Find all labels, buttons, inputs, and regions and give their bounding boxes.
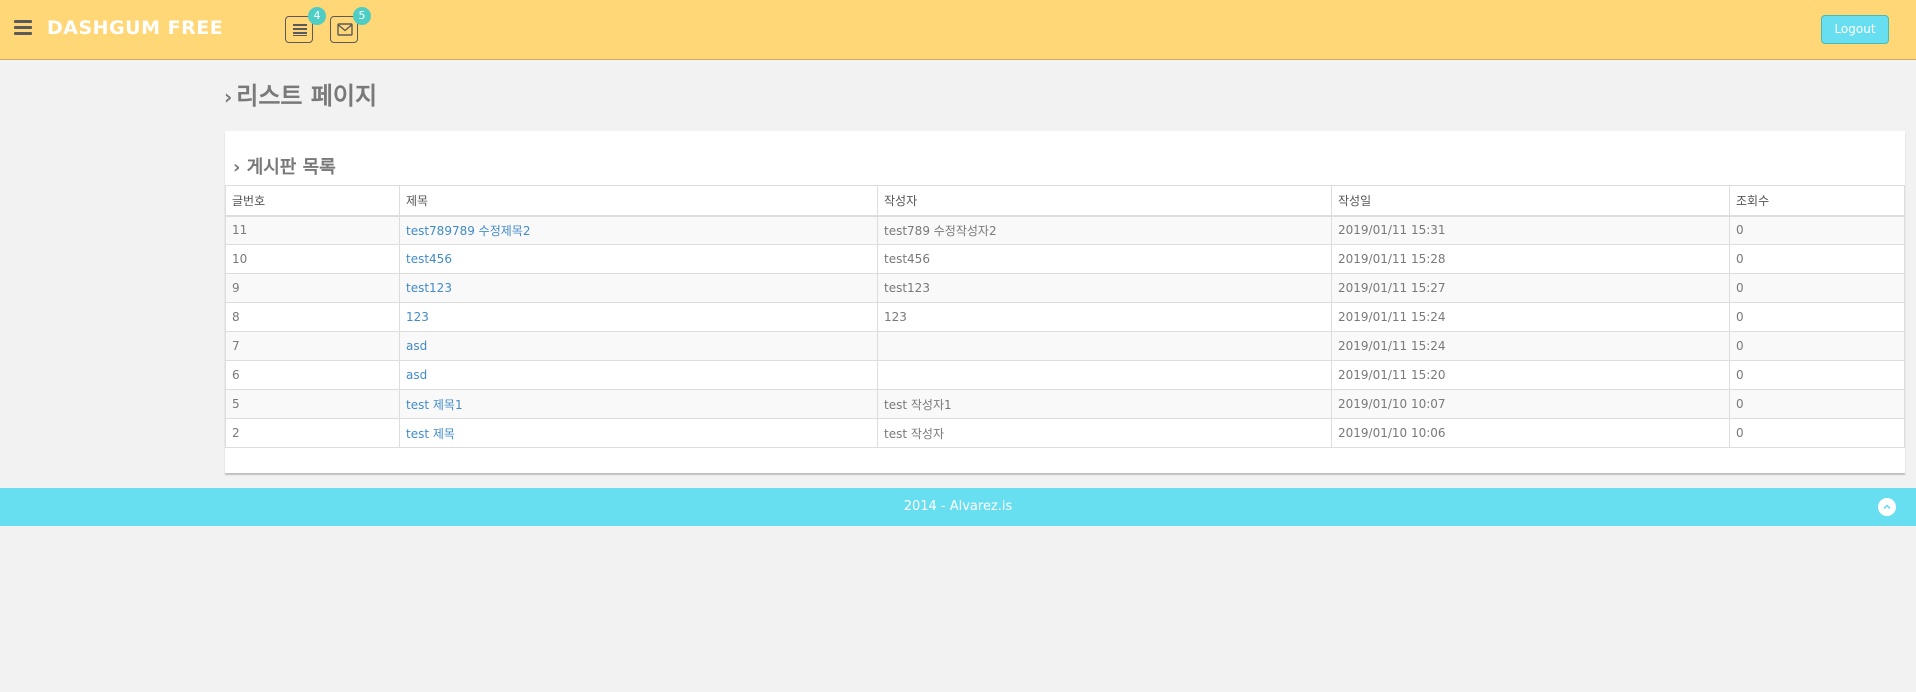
table-header-row: 글번호 제목 작성자 작성일 조회수: [225, 185, 1905, 217]
post-title-link[interactable]: test456: [406, 252, 452, 266]
table-row: 9 test123 test123 2019/01/11 15:27 0: [225, 273, 1905, 303]
board-panel: › 게시판 목록 글번호 제목 작성자 작성일 조회수 11 test78978…: [225, 131, 1905, 473]
post-title-link[interactable]: asd: [406, 368, 427, 382]
post-title-link[interactable]: test 제목: [406, 427, 455, 441]
tasks-icon: [293, 24, 307, 36]
table-row: 7 asd 2019/01/11 15:24 0: [225, 331, 1905, 361]
table-row: 5 test 제목1 test 작성자1 2019/01/10 10:07 0: [225, 389, 1905, 419]
column-header-author: 작성자: [877, 185, 1332, 217]
chevron-up-icon: [1883, 504, 1891, 510]
board-table: 글번호 제목 작성자 작성일 조회수 11 test789789 수정제목2 t…: [225, 185, 1905, 448]
post-title-link[interactable]: test 제목1: [406, 398, 463, 412]
cell-date: 2019/01/11 15:20: [1331, 360, 1730, 390]
cell-date: 2019/01/11 15:31: [1331, 215, 1730, 245]
cell-date: 2019/01/10 10:06: [1331, 418, 1730, 448]
cell-views: 0: [1729, 244, 1905, 274]
tasks-notification-button[interactable]: 4: [285, 7, 326, 43]
cell-no: 10: [225, 244, 400, 274]
cell-views: 0: [1729, 215, 1905, 245]
page-title: › 리스트 페이지: [224, 76, 377, 111]
footer-text: 2014 - Alvarez.is: [903, 499, 1013, 514]
table-row: 6 asd 2019/01/11 15:20 0: [225, 360, 1905, 390]
cell-no: 9: [225, 273, 400, 303]
cell-date: 2019/01/11 15:27: [1331, 273, 1730, 303]
cell-author: [877, 360, 1332, 390]
cell-date: 2019/01/10 10:07: [1331, 389, 1730, 419]
table-row: 8 123 123 2019/01/11 15:24 0: [225, 302, 1905, 332]
post-title-link[interactable]: test789789 수정제목2: [406, 224, 530, 238]
panel-title: › 게시판 목록: [233, 153, 336, 179]
messages-notification-button[interactable]: 5: [330, 7, 371, 43]
cell-no: 11: [225, 215, 400, 245]
post-title-link[interactable]: asd: [406, 339, 427, 353]
cell-author: 123: [877, 302, 1332, 332]
cell-author: test456: [877, 244, 1332, 274]
table-row: 11 test789789 수정제목2 test789 수정작성자2 2019/…: [225, 215, 1905, 245]
cell-views: 0: [1729, 418, 1905, 448]
column-header-no: 글번호: [225, 185, 400, 217]
cell-views: 0: [1729, 331, 1905, 361]
post-title-link[interactable]: test123: [406, 281, 452, 295]
cell-author: test123: [877, 273, 1332, 303]
cell-no: 5: [225, 389, 400, 419]
table-row: 2 test 제목 test 작성자 2019/01/10 10:06 0: [225, 418, 1905, 448]
page-title-text: 리스트 페이지: [236, 82, 378, 110]
panel-title-text: 게시판 목록: [246, 157, 336, 178]
site-footer: 2014 - Alvarez.is: [0, 488, 1916, 526]
logout-button[interactable]: Logout: [1821, 15, 1889, 44]
cell-author: test 작성자: [877, 418, 1332, 448]
cell-date: 2019/01/11 15:24: [1331, 331, 1730, 361]
cell-views: 0: [1729, 273, 1905, 303]
top-header: DASHGUM FREE 4 5 Logout: [0, 0, 1916, 60]
cell-author: test789 수정작성자2: [877, 215, 1332, 245]
chevron-right-icon: ›: [233, 157, 247, 178]
app-logo[interactable]: DASHGUM FREE: [47, 17, 223, 39]
column-header-date: 작성일: [1331, 185, 1730, 217]
cell-date: 2019/01/11 15:24: [1331, 302, 1730, 332]
messages-count-badge: 5: [353, 7, 371, 25]
column-header-title: 제목: [399, 185, 878, 217]
envelope-icon: [337, 23, 353, 36]
cell-no: 2: [225, 418, 400, 448]
chevron-right-icon: ›: [224, 85, 233, 109]
table-row: 10 test456 test456 2019/01/11 15:28 0: [225, 244, 1905, 274]
cell-no: 7: [225, 331, 400, 361]
cell-views: 0: [1729, 389, 1905, 419]
cell-views: 0: [1729, 360, 1905, 390]
cell-date: 2019/01/11 15:28: [1331, 244, 1730, 274]
post-title-link[interactable]: 123: [406, 310, 429, 324]
cell-views: 0: [1729, 302, 1905, 332]
sidebar-toggle-icon[interactable]: [14, 20, 32, 38]
cell-author: [877, 331, 1332, 361]
cell-no: 6: [225, 360, 400, 390]
go-top-button[interactable]: [1878, 498, 1896, 516]
cell-author: test 작성자1: [877, 389, 1332, 419]
tasks-count-badge: 4: [308, 7, 326, 25]
column-header-views: 조회수: [1729, 185, 1905, 217]
cell-no: 8: [225, 302, 400, 332]
